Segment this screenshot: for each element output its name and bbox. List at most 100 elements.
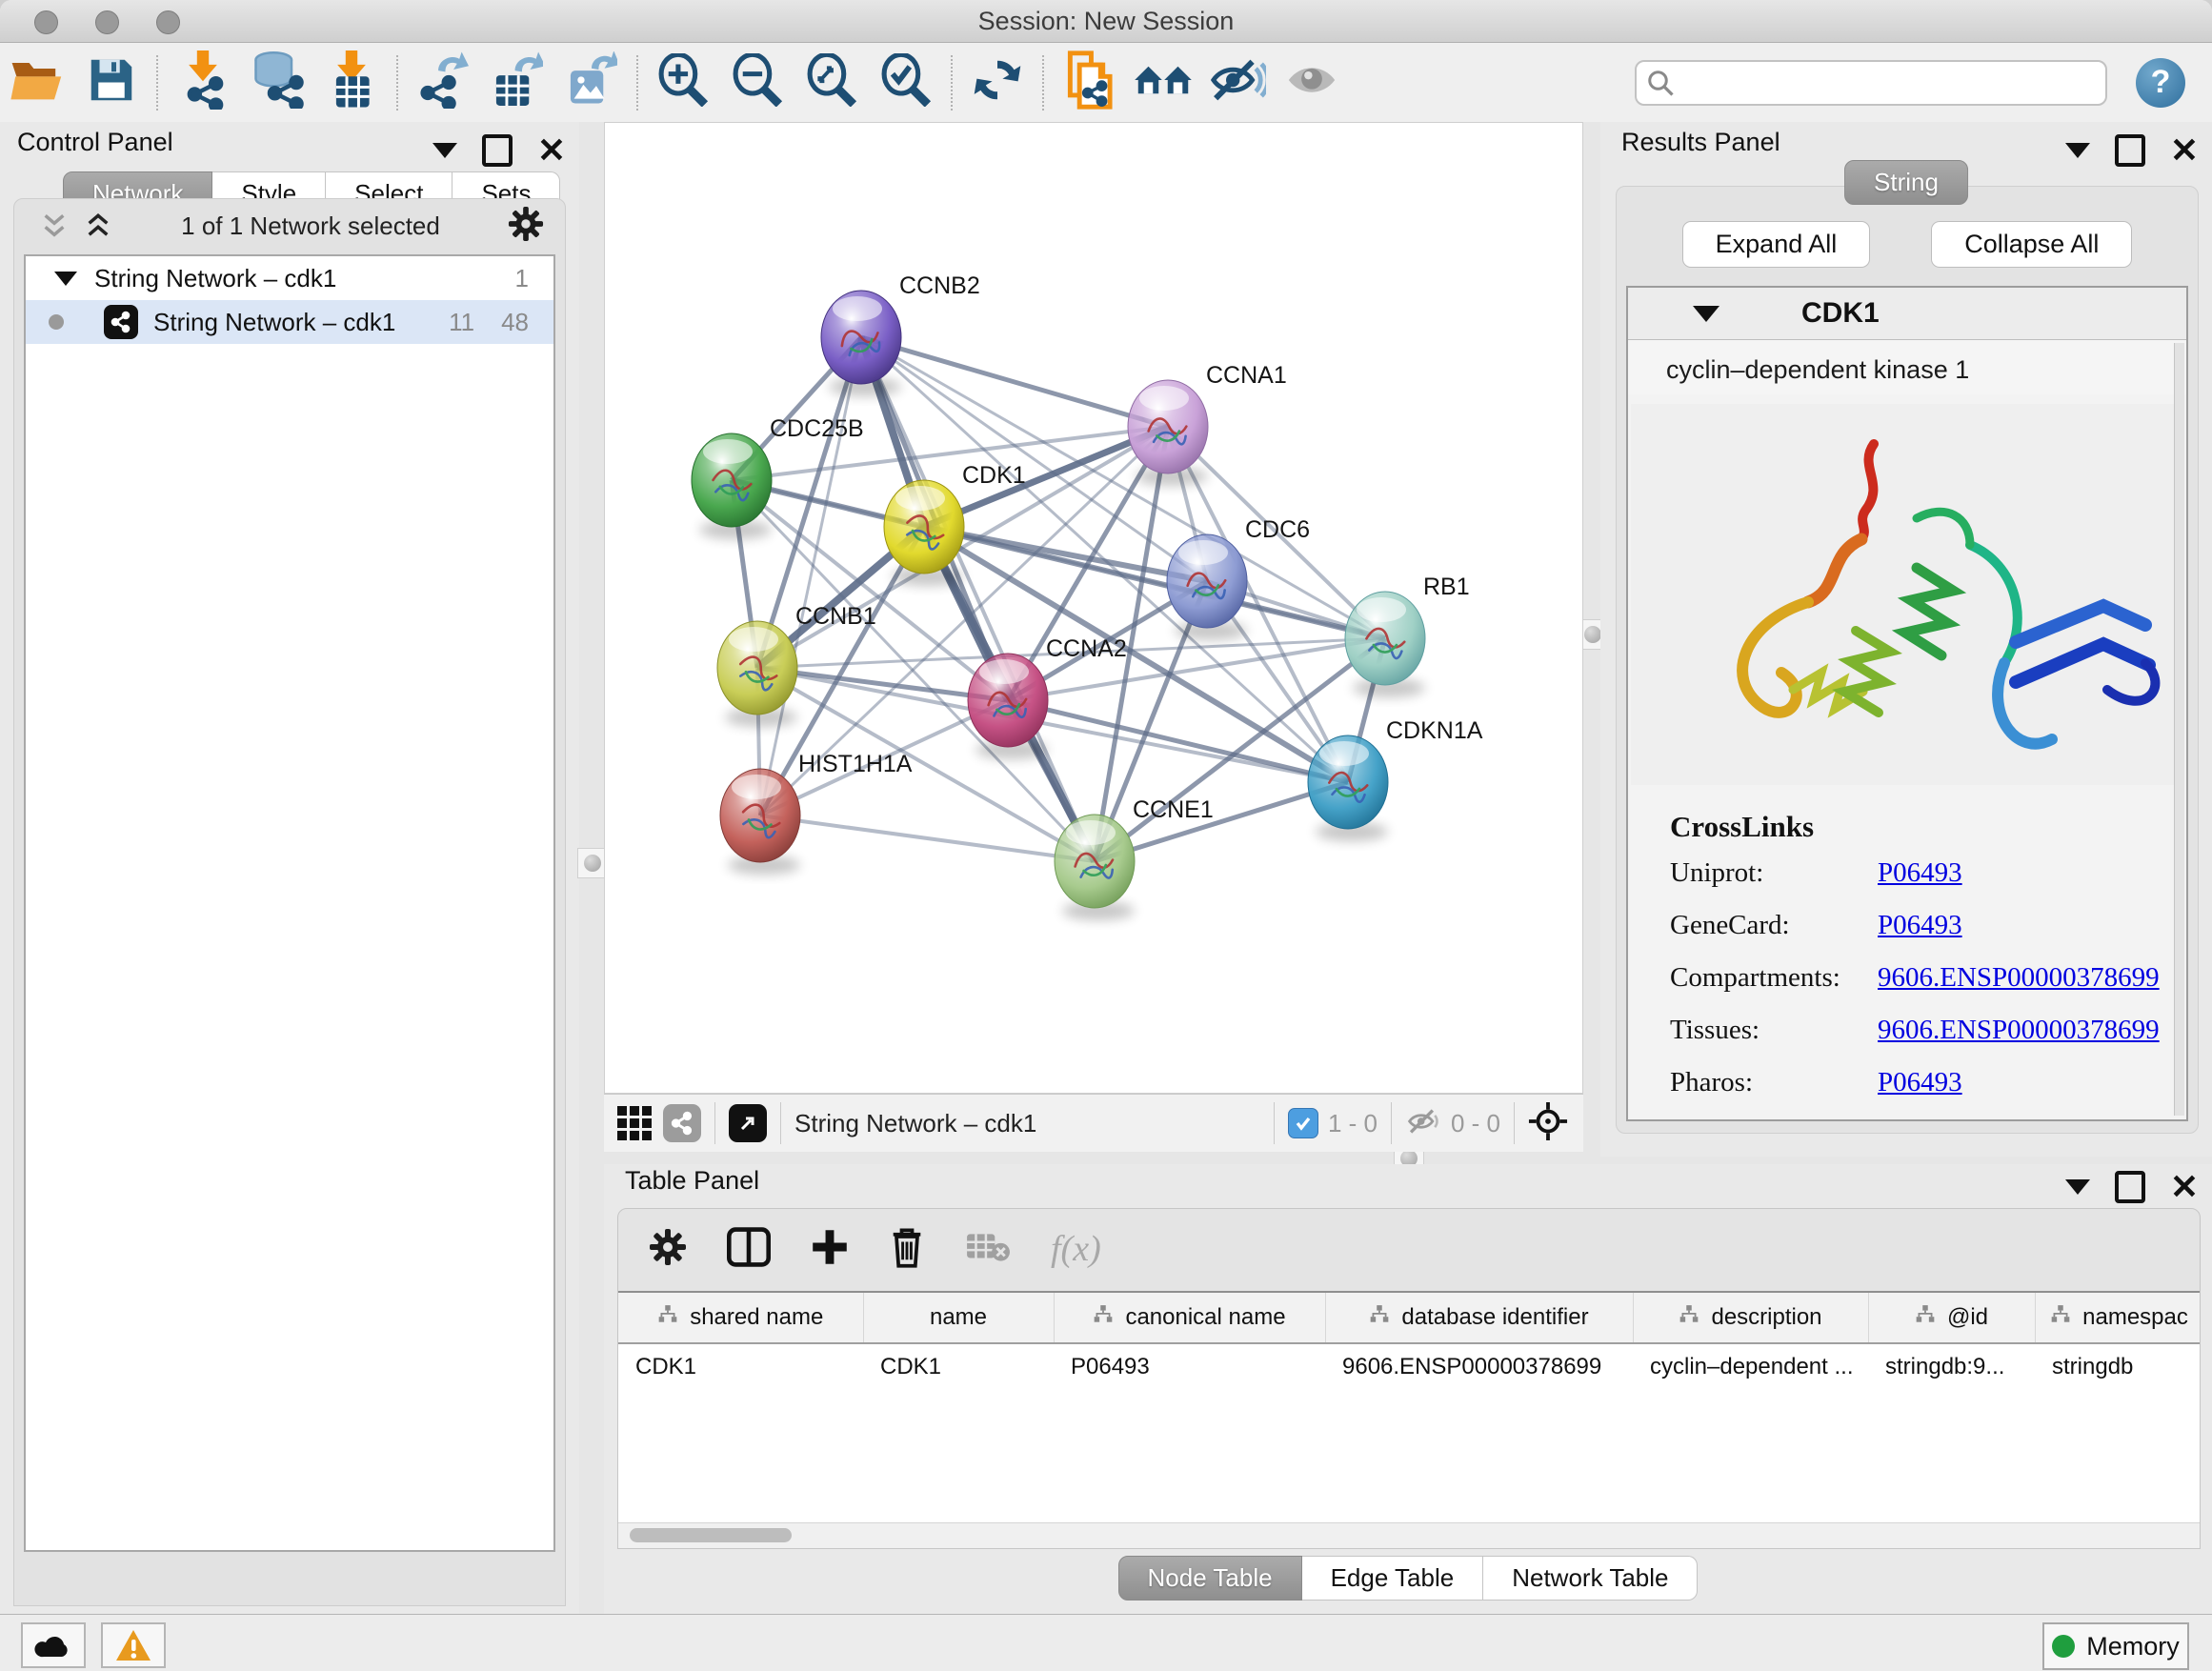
tab-node-table[interactable]: Node Table xyxy=(1118,1556,1302,1601)
network-canvas[interactable]: CCNB2CCNA1CDC25BCDK1CDC6RB1CCNB1CCNA2CDK… xyxy=(604,122,1583,1094)
network-row[interactable]: String Network – cdk1 11 48 xyxy=(26,300,553,344)
table-cell[interactable]: stringdb:9... xyxy=(1868,1343,2035,1390)
crosslink-compartments-link[interactable]: 9606.ENSP00000378699 xyxy=(1878,962,2160,994)
zoom-in-button[interactable] xyxy=(646,50,720,116)
zoom-out-button[interactable] xyxy=(720,50,794,116)
table-cell[interactable]: stringdb xyxy=(2035,1343,2200,1390)
network-node-cdkn1a[interactable] xyxy=(1308,735,1388,841)
panel-close-icon[interactable]: ✕ xyxy=(2170,1175,2199,1199)
network-view-icon[interactable] xyxy=(663,1104,701,1142)
table-options-gear-icon[interactable] xyxy=(649,1228,687,1271)
show-glass-pane-button[interactable] xyxy=(1275,50,1349,116)
refresh-button[interactable] xyxy=(960,50,1035,116)
expand-all-networks-icon[interactable] xyxy=(83,211,113,241)
delete-column-icon[interactable] xyxy=(889,1226,925,1273)
zoom-fit-button[interactable] xyxy=(794,50,869,116)
table-cell[interactable]: CDK1 xyxy=(618,1343,863,1390)
panel-collapse-icon[interactable] xyxy=(2065,1179,2090,1195)
table-import-icon xyxy=(329,50,374,114)
network-node-ccne1[interactable] xyxy=(1055,815,1135,920)
gene-section-header[interactable]: CDK1 xyxy=(1628,288,2186,340)
save-session-button[interactable] xyxy=(74,50,149,116)
import-network-file-button[interactable] xyxy=(166,50,240,116)
hide-glass-pane-button[interactable] xyxy=(1200,50,1275,116)
network-node-cdk1[interactable] xyxy=(884,480,964,586)
export-image-button[interactable] xyxy=(554,50,629,116)
network-node-ccnb2[interactable] xyxy=(821,291,901,396)
grid-view-icon[interactable] xyxy=(617,1106,652,1140)
crosslink-genecard-link[interactable]: P06493 xyxy=(1878,910,1962,941)
table-cell[interactable]: cyclin–dependent ... xyxy=(1633,1343,1868,1390)
panel-collapse-icon[interactable] xyxy=(2065,143,2090,158)
cloud-status-button[interactable] xyxy=(21,1622,86,1668)
table-cell[interactable]: CDK1 xyxy=(863,1343,1054,1390)
column-header-description[interactable]: description xyxy=(1633,1293,1868,1343)
collapse-all-button[interactable]: Collapse All xyxy=(1931,221,2132,268)
memory-button[interactable]: Memory xyxy=(2042,1622,2189,1670)
node-label: CDC25B xyxy=(770,415,864,442)
network-node-cdc6[interactable] xyxy=(1167,534,1247,640)
toolbar-separator xyxy=(636,55,638,111)
crosslink-tissues-link[interactable]: 9606.ENSP00000378699 xyxy=(1878,1015,2160,1046)
export-table-button[interactable] xyxy=(480,50,554,116)
panel-float-icon[interactable] xyxy=(2115,1171,2145,1203)
network-edge[interactable] xyxy=(760,815,1095,861)
tab-string[interactable]: String xyxy=(1844,160,1968,205)
crosslink-uniprot-link[interactable]: P06493 xyxy=(1878,857,1962,889)
column-header-namespac[interactable]: namespac xyxy=(2035,1293,2200,1343)
panel-float-icon[interactable] xyxy=(2115,134,2145,167)
table-cell[interactable]: 9606.ENSP00000378699 xyxy=(1325,1343,1633,1390)
column-header-name[interactable]: name xyxy=(863,1293,1054,1343)
left-splitter[interactable] xyxy=(579,122,604,1614)
create-column-icon[interactable] xyxy=(811,1228,849,1271)
section-expander-icon[interactable] xyxy=(1693,306,1719,322)
results-scrollbar[interactable] xyxy=(2174,343,2184,1116)
panel-close-icon[interactable]: ✕ xyxy=(537,138,566,163)
tab-network-table[interactable]: Network Table xyxy=(1483,1556,1698,1601)
panel-close-icon[interactable]: ✕ xyxy=(2170,138,2199,163)
string-home-button[interactable] xyxy=(1126,50,1200,116)
network-edge[interactable] xyxy=(861,337,1168,427)
cloud-icon xyxy=(34,1631,72,1660)
warnings-button[interactable] xyxy=(101,1622,166,1668)
show-columns-icon[interactable] xyxy=(727,1227,771,1272)
network-edge[interactable] xyxy=(760,337,861,815)
column-header--id[interactable]: @id xyxy=(1868,1293,2035,1343)
scrollbar-thumb[interactable] xyxy=(630,1528,792,1542)
import-network-database-button[interactable] xyxy=(240,50,314,116)
clone-network-button[interactable] xyxy=(1052,50,1126,116)
import-table-button[interactable] xyxy=(314,50,389,116)
detach-view-icon[interactable] xyxy=(729,1104,767,1142)
network-node-rb1[interactable] xyxy=(1345,592,1425,697)
column-header-shared-name[interactable]: shared name xyxy=(618,1293,863,1343)
network-node-cdc25b[interactable] xyxy=(692,433,772,539)
table-cell[interactable]: P06493 xyxy=(1054,1343,1325,1390)
open-session-button[interactable] xyxy=(0,50,74,116)
zoom-selected-button[interactable] xyxy=(869,50,943,116)
crosslink-pharos-link[interactable]: P06493 xyxy=(1878,1067,1962,1098)
string-network-graph[interactable]: CCNB2CCNA1CDC25BCDK1CDC6RB1CCNB1CCNA2CDK… xyxy=(605,123,1582,1093)
help-button[interactable]: ? xyxy=(2136,58,2185,108)
collapse-all-networks-icon[interactable] xyxy=(39,211,70,241)
network-collection-row[interactable]: String Network – cdk1 1 xyxy=(26,256,553,300)
network-node-ccnb1[interactable] xyxy=(717,621,797,727)
tree-expander-icon[interactable] xyxy=(54,272,77,286)
search-input[interactable] xyxy=(1635,60,2107,106)
export-network-button[interactable] xyxy=(406,50,480,116)
column-header-database-identifier[interactable]: database identifier xyxy=(1325,1293,1633,1343)
column-header-canonical-name[interactable]: canonical name xyxy=(1054,1293,1325,1343)
selected-checkbox-icon[interactable] xyxy=(1288,1108,1318,1138)
tab-edge-table[interactable]: Edge Table xyxy=(1302,1556,1484,1601)
results-panel-title: Results Panel xyxy=(1621,128,1780,157)
panel-collapse-icon[interactable] xyxy=(432,143,457,158)
network-options-gear-icon[interactable] xyxy=(508,206,544,247)
network-edge[interactable] xyxy=(861,337,1095,861)
birds-eye-view-icon[interactable] xyxy=(1528,1101,1568,1146)
node-table[interactable]: shared namenamecanonical namedatabase id… xyxy=(618,1291,2200,1523)
table-horizontal-scrollbar[interactable] xyxy=(618,1522,2200,1548)
network-node-ccna2[interactable] xyxy=(968,654,1048,759)
network-node-hist1h1a[interactable] xyxy=(720,769,800,875)
panel-float-icon[interactable] xyxy=(482,134,513,167)
expand-all-button[interactable]: Expand All xyxy=(1682,221,1871,268)
table-row[interactable]: CDK1CDK1P064939606.ENSP00000378699cyclin… xyxy=(618,1343,2200,1390)
